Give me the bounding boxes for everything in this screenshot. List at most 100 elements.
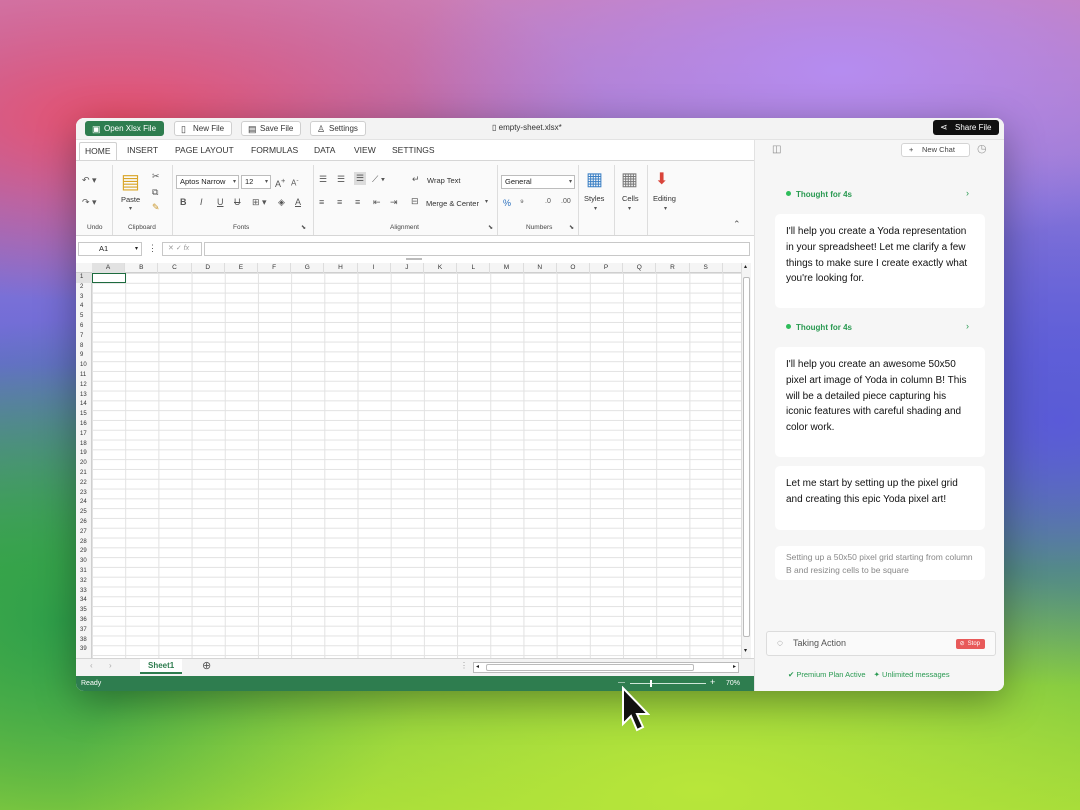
settings-button[interactable]: ♙ Settings [310, 121, 366, 136]
row-header[interactable]: 11 [76, 371, 92, 381]
align-middle-icon[interactable]: ☰ [337, 174, 345, 185]
editing-icon[interactable]: ⬇ [655, 169, 668, 189]
row-header[interactable]: 26 [76, 518, 92, 528]
row-header[interactable]: 10 [76, 361, 92, 371]
resize-handle[interactable] [406, 258, 422, 260]
align-top-icon[interactable]: ☰ [319, 174, 327, 185]
row-header[interactable]: 24 [76, 498, 92, 508]
row-header[interactable]: 32 [76, 577, 92, 587]
row-header[interactable]: 17 [76, 430, 92, 440]
row-header[interactable]: 8 [76, 342, 92, 352]
row-header[interactable]: 37 [76, 626, 92, 636]
styles-icon[interactable]: ▦ [586, 169, 603, 190]
column-header[interactable]: E [225, 263, 258, 273]
column-header[interactable]: J [391, 263, 424, 273]
cells-button[interactable]: Cells [622, 194, 639, 203]
align-right-icon[interactable]: ≡ [355, 197, 360, 207]
align-left-icon[interactable]: ≡ [319, 197, 324, 207]
editing-dropdown-icon[interactable]: ▾ [664, 205, 667, 212]
row-header[interactable]: 4 [76, 302, 92, 312]
row-header[interactable]: 22 [76, 479, 92, 489]
styles-button[interactable]: Styles [584, 194, 604, 203]
font-name-select[interactable]: Aptos Narrow ▾ [176, 175, 239, 189]
row-header[interactable]: 14 [76, 400, 92, 410]
share-file-button[interactable]: ⋖ Share File [933, 120, 1000, 135]
wrap-text-button[interactable]: Wrap Text [427, 176, 461, 185]
new-chat-button[interactable]: + New Chat [901, 143, 970, 157]
column-header[interactable]: I [358, 263, 391, 273]
stop-button[interactable]: ⊘ Stop [955, 639, 985, 649]
fx-label[interactable]: fx [184, 245, 189, 252]
sheet-tab[interactable]: Sheet1 [140, 659, 183, 674]
history-icon[interactable]: ◷ [977, 142, 987, 155]
fonts-launcher-icon[interactable]: ⬊ [301, 224, 306, 231]
italic-icon[interactable]: I [200, 197, 203, 207]
scroll-right-icon[interactable]: ▸ [733, 663, 736, 670]
confirm-icon[interactable]: ✓ [176, 245, 182, 252]
cut-icon[interactable]: ✂ [152, 171, 160, 182]
row-header[interactable]: 38 [76, 636, 92, 646]
tab-data[interactable]: DATA [314, 145, 335, 155]
row-header[interactable]: 13 [76, 391, 92, 401]
cell-grid[interactable]: ABCDEFGHIJKLMNOPQRS 1 2 3 4 5 6 7 8 9 10 11 12 13 14 1… [76, 263, 741, 658]
column-header[interactable]: K [424, 263, 458, 273]
column-header[interactable]: A [92, 263, 126, 273]
borders-icon[interactable]: ⊞ ▾ [252, 197, 267, 208]
horizontal-scrollbar[interactable]: ◂ ▸ [473, 662, 739, 673]
row-header[interactable]: 2 [76, 283, 92, 293]
numbers-launcher-icon[interactable]: ⬊ [569, 224, 574, 231]
scroll-left-icon[interactable]: ◂ [476, 663, 479, 670]
row-header[interactable]: 7 [76, 332, 92, 342]
tab-view[interactable]: VIEW [354, 145, 376, 155]
tab-formulas[interactable]: FORMULAS [251, 145, 298, 155]
row-header[interactable]: 29 [76, 547, 92, 557]
row-header[interactable]: 33 [76, 587, 92, 597]
strikethrough-icon[interactable]: U [234, 197, 241, 207]
cancel-icon[interactable]: ✕ [168, 245, 174, 252]
scroll-up-icon[interactable]: ▴ [744, 263, 747, 270]
row-header[interactable]: 30 [76, 557, 92, 567]
selected-cell[interactable] [92, 273, 126, 283]
column-header[interactable]: R [656, 263, 690, 273]
underline-icon[interactable]: U [217, 197, 224, 207]
column-header[interactable]: P [590, 263, 624, 273]
sidebar-toggle-icon[interactable]: ◫ [772, 144, 781, 155]
tab-page-layout[interactable]: PAGE LAYOUT [175, 145, 234, 155]
decrease-indent-icon[interactable]: ⇤ [373, 197, 381, 208]
paste-icon[interactable]: ▤ [121, 169, 140, 194]
zoom-in-icon[interactable]: + [710, 675, 715, 690]
align-bottom-icon[interactable]: ☰ [354, 172, 367, 185]
cells-icon[interactable]: ▦ [621, 169, 638, 190]
cells[interactable] [92, 273, 741, 658]
add-sheet-icon[interactable]: ⊕ [202, 659, 211, 672]
percent-icon[interactable]: % [503, 198, 511, 208]
formula-input[interactable] [204, 242, 750, 256]
column-header[interactable]: C [158, 263, 192, 273]
undo-icon[interactable]: ↶ ▾ [82, 175, 97, 186]
number-format-select[interactable]: General ▾ [501, 175, 575, 189]
column-header[interactable]: F [258, 263, 292, 273]
row-header[interactable]: 28 [76, 538, 92, 548]
alignment-launcher-icon[interactable]: ⬊ [488, 224, 493, 231]
row-header[interactable]: 6 [76, 322, 92, 332]
row-header[interactable]: 1 [76, 273, 92, 283]
next-sheet-icon[interactable]: › [109, 661, 112, 670]
name-box[interactable]: A1 ▾ [78, 242, 142, 256]
more-vertical-icon[interactable]: ⋮ [148, 243, 157, 254]
horizontal-scroll-thumb[interactable] [486, 664, 694, 671]
column-header[interactable]: M [490, 263, 524, 273]
increase-font-icon[interactable]: A+ [275, 176, 285, 189]
row-header[interactable]: 9 [76, 351, 92, 361]
decrease-font-icon[interactable]: A- [291, 177, 299, 188]
column-header[interactable]: D [192, 263, 225, 273]
increase-decimal-icon[interactable]: .0 [545, 198, 551, 205]
tab-insert[interactable]: INSERT [127, 145, 158, 155]
row-header[interactable]: 36 [76, 616, 92, 626]
chevron-right-icon[interactable]: › [966, 321, 969, 331]
column-header[interactable]: B [125, 263, 159, 273]
row-header[interactable]: 19 [76, 449, 92, 459]
thought-indicator[interactable]: Thought for 4s [786, 323, 852, 332]
tab-settings[interactable]: SETTINGS [392, 145, 435, 155]
bold-icon[interactable]: B [180, 197, 187, 207]
more-vertical-icon[interactable]: ⋮ [460, 661, 468, 670]
